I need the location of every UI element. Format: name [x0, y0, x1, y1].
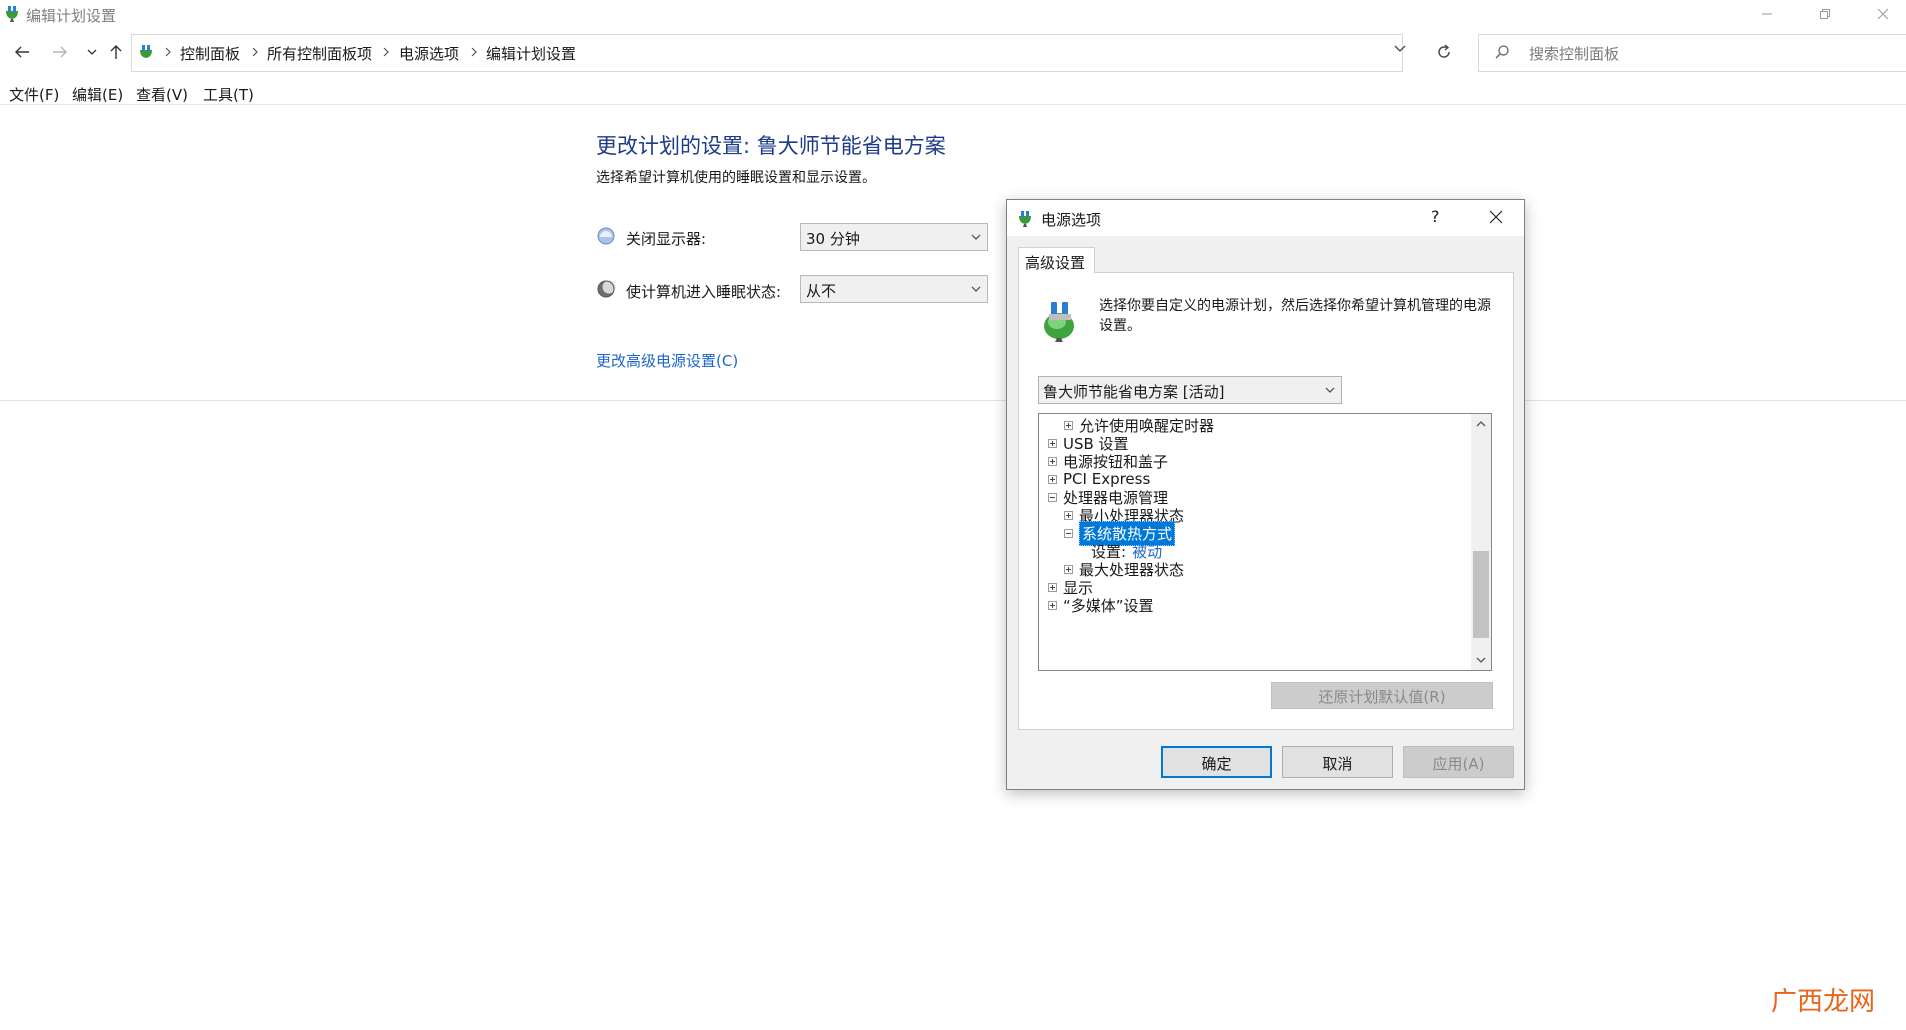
menu-edit[interactable]: 编辑(E) — [72, 84, 123, 105]
refresh-icon — [1438, 44, 1450, 58]
sleep-select[interactable]: 从不 — [800, 275, 988, 303]
tab-advanced-settings[interactable]: 高级设置 — [1018, 247, 1095, 273]
chevron-down-icon — [87, 49, 97, 55]
breadcrumb-item[interactable]: 编辑计划设置 — [486, 43, 576, 64]
breadcrumb-item[interactable]: 所有控制面板项 — [267, 43, 372, 64]
minimize-button[interactable] — [1744, 0, 1790, 28]
title-bar: 编辑计划设置 — [0, 0, 1906, 28]
close-window-button[interactable] — [1860, 0, 1906, 28]
address-dropdown-button[interactable] — [1393, 44, 1409, 60]
chevron-down-icon — [1325, 387, 1335, 393]
restore-icon — [1820, 9, 1830, 19]
tree-item[interactable]: “多媒体”设置 — [1048, 594, 1154, 616]
chevron-down-icon — [971, 234, 981, 240]
ok-label: 确定 — [1201, 755, 1232, 773]
search-icon — [1494, 44, 1510, 60]
tree-item-label: “多媒体”设置 — [1063, 596, 1154, 615]
apply-button[interactable]: 应用(A) — [1403, 746, 1514, 778]
menu-file[interactable]: 文件(F) — [9, 84, 59, 105]
chevron-down-icon — [971, 286, 981, 292]
close-icon — [1489, 210, 1503, 224]
dialog-close-button[interactable] — [1489, 210, 1503, 224]
dialog-description: 选择你要自定义的电源计划，然后选择你希望计算机管理的电源设置。 — [1099, 298, 1491, 334]
power-options-app-icon — [2, 3, 22, 23]
menu-divider — [0, 104, 1906, 105]
apply-label: 应用(A) — [1432, 755, 1485, 773]
restore-defaults-button[interactable]: 还原计划默认值(R) — [1271, 682, 1493, 709]
breadcrumb-item[interactable]: 电源选项 — [399, 43, 459, 64]
content-divider — [0, 400, 1906, 401]
restore-defaults-label: 还原计划默认值(R) — [1318, 688, 1446, 706]
menu-tools[interactable]: 工具(T) — [203, 84, 254, 105]
scroll-thumb[interactable] — [1473, 551, 1489, 638]
refresh-button[interactable] — [1435, 43, 1453, 61]
tree-item-label: 最大处理器状态 — [1079, 560, 1185, 579]
close-icon — [1877, 8, 1889, 20]
power-plug-icon — [1037, 296, 1081, 342]
power-options-dialog: 电源选项 ? 高级设置 选择你要自定义的电源计划，然后选择你希望计算机管理的电源… — [1006, 199, 1525, 790]
page-subtitle: 选择希望计算机使用的睡眠设置和显示设置。 — [596, 170, 876, 186]
tab-label: 高级设置 — [1025, 254, 1086, 272]
dialog-title: 电源选项 — [1041, 211, 1102, 229]
chevron-right-icon — [471, 47, 477, 57]
sleep-value: 从不 — [806, 282, 837, 300]
advanced-settings-link[interactable]: 更改高级电源设置(C) — [596, 350, 738, 371]
cancel-label: 取消 — [1322, 755, 1353, 773]
collapse-icon[interactable] — [1048, 492, 1057, 502]
expand-icon[interactable] — [1048, 600, 1057, 610]
arrow-up-icon — [110, 45, 122, 59]
minimize-icon — [1762, 13, 1772, 15]
power-plan-select[interactable]: 鲁大师节能省电方案 [活动] — [1038, 376, 1342, 404]
expand-icon[interactable] — [1064, 510, 1073, 520]
power-plan-value: 鲁大师节能省电方案 [活动] — [1043, 383, 1225, 401]
power-options-icon — [1015, 208, 1035, 228]
page-title: 更改计划的设置: 鲁大师节能省电方案 — [596, 134, 946, 158]
help-button[interactable]: ? — [1431, 207, 1440, 226]
sleep-moon-icon — [596, 279, 616, 299]
window-title: 编辑计划设置 — [26, 7, 117, 25]
menu-view[interactable]: 查看(V) — [136, 84, 188, 105]
display-off-value: 30 分钟 — [806, 230, 860, 248]
expand-icon[interactable] — [1048, 438, 1057, 448]
expand-icon[interactable] — [1048, 474, 1057, 484]
display-off-select[interactable]: 30 分钟 — [800, 223, 988, 251]
sleep-label: 使计算机进入睡眠状态: — [626, 283, 782, 301]
up-button[interactable] — [104, 40, 128, 64]
expand-icon[interactable] — [1048, 456, 1057, 466]
scroll-up-icon[interactable] — [1476, 420, 1486, 428]
search-placeholder: 搜索控制面板 — [1529, 45, 1620, 63]
arrow-left-icon — [15, 46, 29, 58]
expand-icon[interactable] — [1064, 564, 1073, 574]
ok-button[interactable]: 确定 — [1161, 746, 1272, 778]
cancel-button[interactable]: 取消 — [1282, 746, 1393, 778]
arrow-right-icon — [53, 46, 67, 58]
collapse-icon[interactable] — [1064, 528, 1073, 538]
settings-tree[interactable]: 允许使用唤醒定时器 USB 设置 电源按钮和盖子 PCI Express 处理器… — [1038, 413, 1492, 671]
chevron-right-icon — [383, 47, 389, 57]
chevron-right-icon — [252, 47, 258, 57]
watermark: 广西龙网 — [1771, 987, 1876, 1017]
back-button[interactable] — [10, 40, 34, 64]
restore-button[interactable] — [1802, 0, 1848, 28]
expand-icon[interactable] — [1048, 582, 1057, 592]
chevron-right-icon — [165, 47, 171, 57]
recent-locations-button[interactable] — [80, 40, 104, 64]
scroll-down-icon[interactable] — [1476, 656, 1486, 664]
chevron-down-icon — [1394, 45, 1406, 52]
breadcrumb-item[interactable]: 控制面板 — [180, 43, 240, 64]
display-off-label: 关闭显示器: — [626, 230, 707, 248]
tree-scrollbar[interactable] — [1471, 414, 1491, 670]
expand-icon[interactable] — [1064, 420, 1073, 430]
monitor-icon — [596, 226, 616, 246]
control-panel-icon — [136, 42, 156, 62]
forward-button[interactable] — [48, 40, 72, 64]
